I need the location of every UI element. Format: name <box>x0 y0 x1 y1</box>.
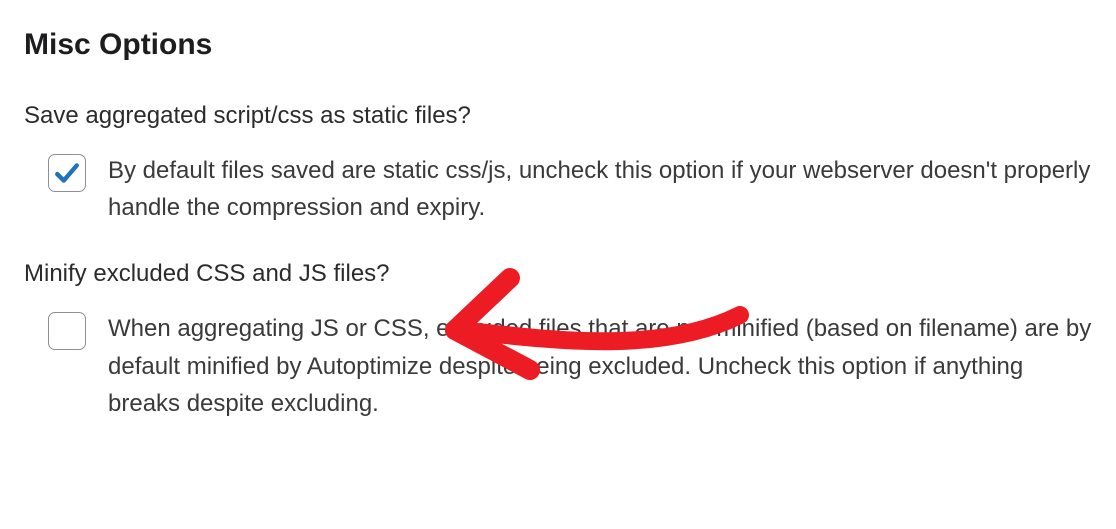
option-label-static-files: Save aggregated script/css as static fil… <box>24 102 1092 130</box>
checkbox-minify-excluded[interactable] <box>48 312 86 350</box>
option-desc-minify-excluded: When aggregating JS or CSS, excluded fil… <box>108 310 1092 422</box>
option-label-minify-excluded: Minify excluded CSS and JS files? <box>24 260 1092 288</box>
checkbox-static-files[interactable] <box>48 154 86 192</box>
check-icon <box>54 161 80 185</box>
option-static-files: Save aggregated script/css as static fil… <box>24 102 1092 226</box>
section-title: Misc Options <box>24 28 1092 62</box>
option-desc-static-files: By default files saved are static css/js… <box>108 152 1092 226</box>
option-minify-excluded: Minify excluded CSS and JS files? When a… <box>24 260 1092 422</box>
option-body: When aggregating JS or CSS, excluded fil… <box>24 310 1092 422</box>
option-body: By default files saved are static css/js… <box>24 152 1092 226</box>
